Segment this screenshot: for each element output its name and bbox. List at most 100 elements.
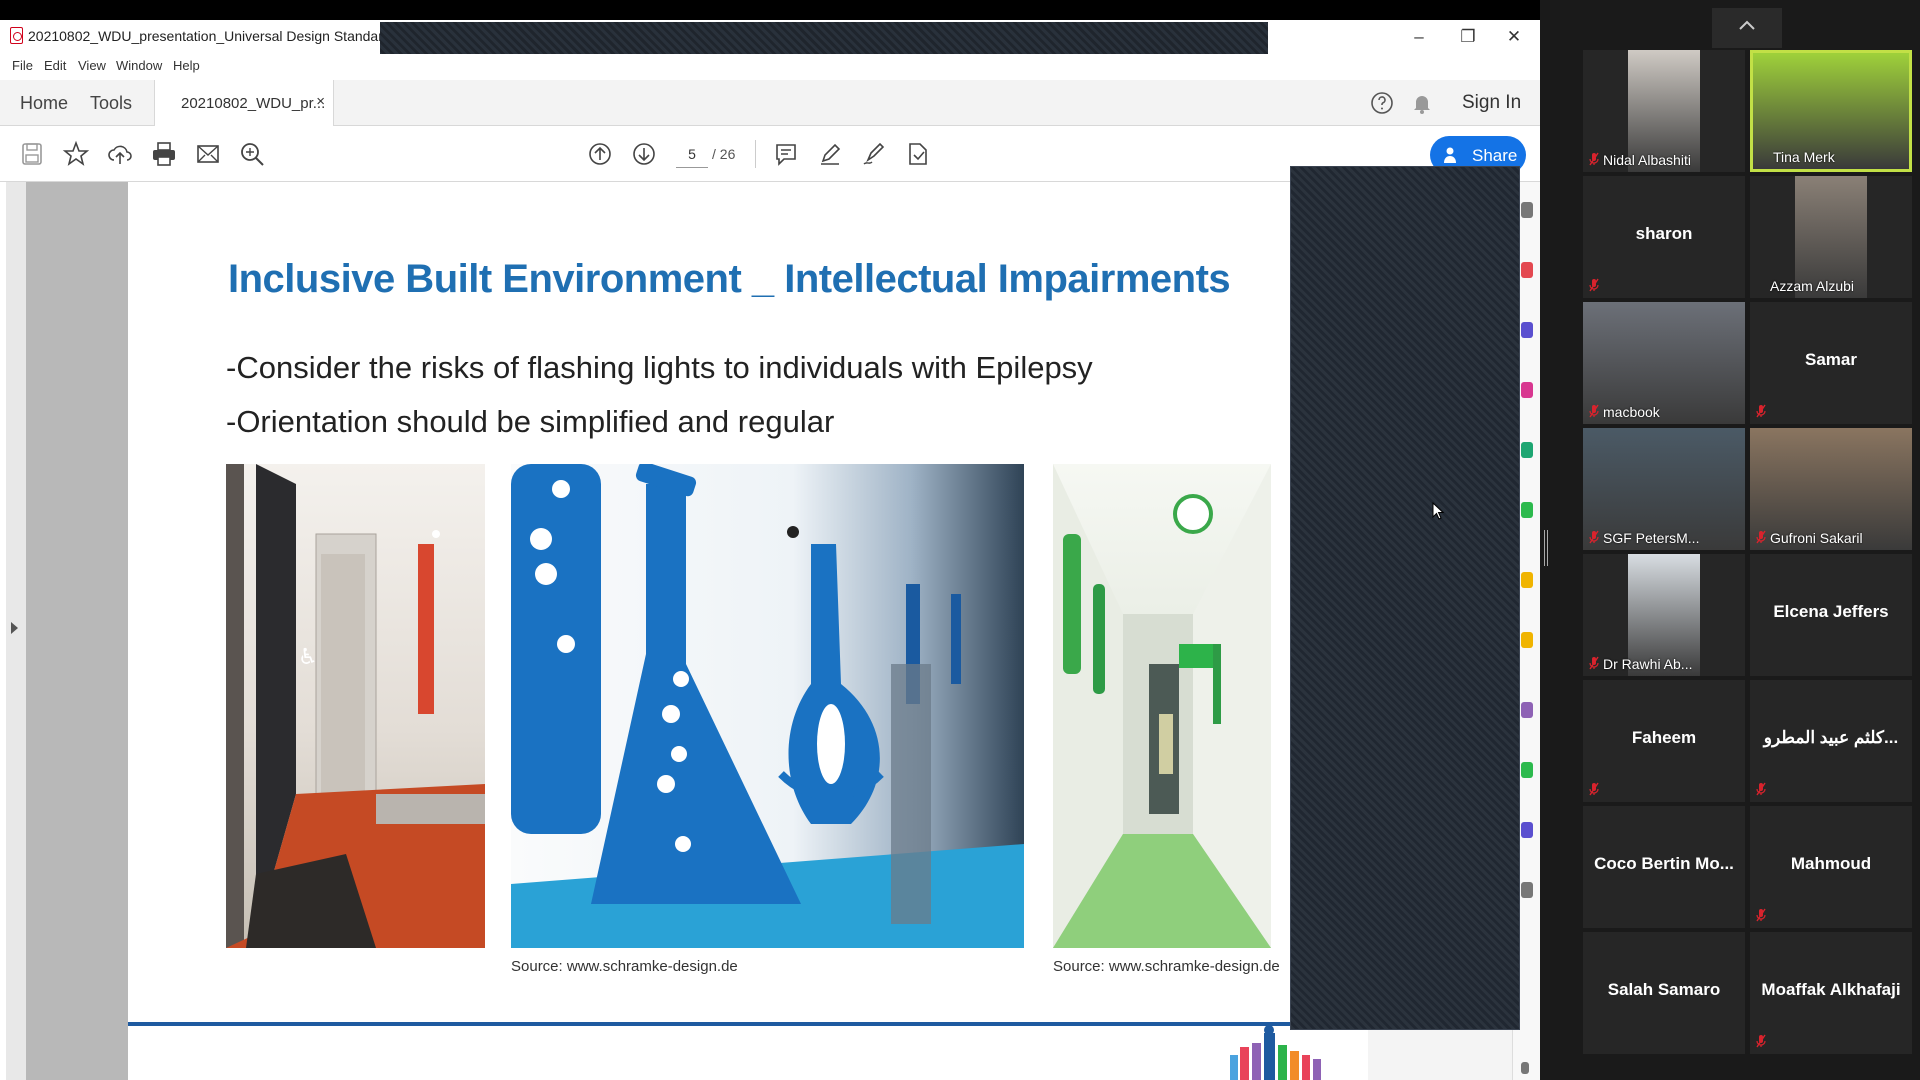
print-icon[interactable]: [150, 140, 178, 168]
menu-view[interactable]: View: [78, 58, 106, 73]
tab-tools[interactable]: Tools: [90, 93, 132, 114]
more-tools-rail-icon[interactable]: [1521, 822, 1533, 838]
share-button-label: Share: [1472, 146, 1518, 165]
email-icon[interactable]: [194, 140, 222, 168]
next-page-icon[interactable]: [630, 140, 658, 168]
participant-tile[interactable]: Tina Merk: [1750, 50, 1912, 172]
participant-tile[interactable]: Mahmoud: [1750, 806, 1912, 928]
image-source-caption: Source: www.schramke-design.de: [511, 958, 738, 975]
protect-icon[interactable]: [1521, 762, 1533, 778]
gallery-scroll-up-button[interactable]: [1712, 8, 1782, 48]
muted-mic-icon: [1756, 404, 1766, 418]
send-for-signature-icon[interactable]: [1521, 702, 1533, 718]
participant-name: Gufroni Sakaril: [1770, 530, 1863, 546]
export-pdf-icon[interactable]: [1521, 262, 1533, 278]
comment-tool-icon[interactable]: [1521, 632, 1533, 648]
participant-tile[interactable]: Moaffak Alkhafaji: [1750, 932, 1912, 1054]
tab-home[interactable]: Home: [20, 93, 68, 114]
chevron-up-icon: [1739, 20, 1755, 30]
participant-tile[interactable]: macbook: [1583, 302, 1745, 424]
previous-page-icon[interactable]: [586, 140, 614, 168]
restore-button[interactable]: ❐: [1454, 26, 1482, 48]
tab-document-label: 20210802_WDU_pr...: [181, 95, 326, 112]
participant-tile[interactable]: Nidal Albashiti: [1583, 50, 1745, 172]
corridor-signage-photo: ♿: [226, 464, 485, 948]
page-number-input[interactable]: 5: [676, 140, 708, 168]
participant-tile[interactable]: SGF PetersM...: [1583, 428, 1745, 550]
help-icon[interactable]: [1370, 91, 1394, 115]
navigation-pane-toggle[interactable]: [6, 182, 26, 1080]
person-add-icon: [1444, 147, 1458, 163]
participant-name: Nidal Albashiti: [1603, 152, 1691, 168]
pdf-file-icon: [10, 27, 23, 44]
add-tool-icon[interactable]: [1521, 882, 1533, 898]
comment-icon[interactable]: [772, 140, 800, 168]
menu-edit[interactable]: Edit: [44, 58, 66, 73]
participant-tile[interactable]: Dr Rawhi Ab...: [1583, 554, 1745, 676]
redacted-area: [1290, 166, 1520, 1030]
muted-mic-icon: [1589, 278, 1599, 292]
people-logo-icon: [1228, 1025, 1338, 1080]
participant-tile[interactable]: Salah Samaro: [1583, 932, 1745, 1054]
participant-name: Samar: [1805, 350, 1857, 369]
lab-mural-corridor-photo: [511, 464, 1024, 948]
muted-mic-icon: [1756, 908, 1766, 922]
menu-help[interactable]: Help: [173, 58, 200, 73]
toolbar-divider: [755, 140, 756, 168]
participant-tile[interactable]: Samar: [1750, 302, 1912, 424]
green-corridor-photo: [1053, 464, 1271, 948]
tab-document[interactable]: 20210802_WDU_pr... ×: [154, 80, 334, 126]
participant-tile[interactable]: Gufroni Sakaril: [1750, 428, 1912, 550]
muted-mic-icon: [1589, 782, 1599, 796]
minimize-button[interactable]: –: [1405, 26, 1433, 48]
cloud-upload-icon[interactable]: [106, 140, 134, 168]
muted-mic-icon: [1756, 782, 1766, 796]
notification-bell-icon[interactable]: [1410, 91, 1434, 115]
combine-files-icon[interactable]: [1521, 442, 1533, 458]
participant-tile[interactable]: Azzam Alzubi: [1750, 176, 1912, 298]
zoom-search-icon[interactable]: [238, 140, 266, 168]
create-pdf-icon[interactable]: [1521, 322, 1533, 338]
participant-name: Tina Merk: [1773, 149, 1835, 165]
organize-pages-icon[interactable]: [1521, 502, 1533, 518]
slide-footer-rule: [128, 1022, 1368, 1026]
participant-name: Mahmoud: [1790, 854, 1872, 873]
muted-mic-icon: [1589, 404, 1599, 418]
participant-name: SGF PetersM...: [1603, 530, 1700, 546]
muted-mic-icon: [1756, 1034, 1766, 1048]
participant-name: Coco Bertin Mo...: [1594, 854, 1734, 873]
participant-name: Azzam Alzubi: [1770, 278, 1855, 294]
redacted-area: [380, 22, 1268, 56]
star-bookmark-icon[interactable]: [62, 140, 90, 168]
participant-tile[interactable]: كلثم عبيد المطرو...: [1750, 680, 1912, 802]
search-tool-icon[interactable]: [1521, 202, 1533, 218]
close-window-button[interactable]: ✕: [1500, 26, 1528, 48]
participant-name: Faheem: [1631, 728, 1697, 747]
participant-name: Dr Rawhi Ab...: [1603, 656, 1693, 672]
page-background: [26, 182, 128, 1080]
save-icon[interactable]: [18, 140, 46, 168]
muted-mic-icon: [1589, 530, 1599, 544]
participant-name: Elcena Jeffers: [1773, 602, 1889, 621]
participant-tile[interactable]: Faheem: [1583, 680, 1745, 802]
more-tools-icon[interactable]: [904, 140, 932, 168]
gallery-resize-handle[interactable]: [1544, 530, 1548, 566]
sign-icon[interactable]: [860, 140, 888, 168]
participant-name: macbook: [1603, 404, 1660, 420]
participant-tile[interactable]: Coco Bertin Mo...: [1583, 806, 1745, 928]
highlight-pen-icon[interactable]: [816, 140, 844, 168]
participant-name: كلثم عبيد المطرو...: [1763, 728, 1899, 747]
edit-pdf-icon[interactable]: [1521, 382, 1533, 398]
menu-file[interactable]: File: [12, 58, 33, 73]
slide-page: Inclusive Built Environment _ Intellectu…: [128, 182, 1368, 1080]
close-tab-icon[interactable]: ×: [316, 93, 325, 110]
slide-bullet: -Orientation should be simplified and re…: [226, 404, 835, 439]
participant-tile[interactable]: sharon: [1583, 176, 1745, 298]
menu-window[interactable]: Window: [116, 58, 162, 73]
fill-sign-icon[interactable]: [1521, 572, 1533, 588]
participant-tile[interactable]: Elcena Jeffers: [1750, 554, 1912, 676]
sign-in-link[interactable]: Sign In: [1462, 92, 1521, 114]
collapse-pane-icon[interactable]: [1521, 1062, 1529, 1074]
muted-mic-icon: [1589, 152, 1599, 166]
menu-bar: File Edit View Window Help: [0, 54, 1540, 80]
